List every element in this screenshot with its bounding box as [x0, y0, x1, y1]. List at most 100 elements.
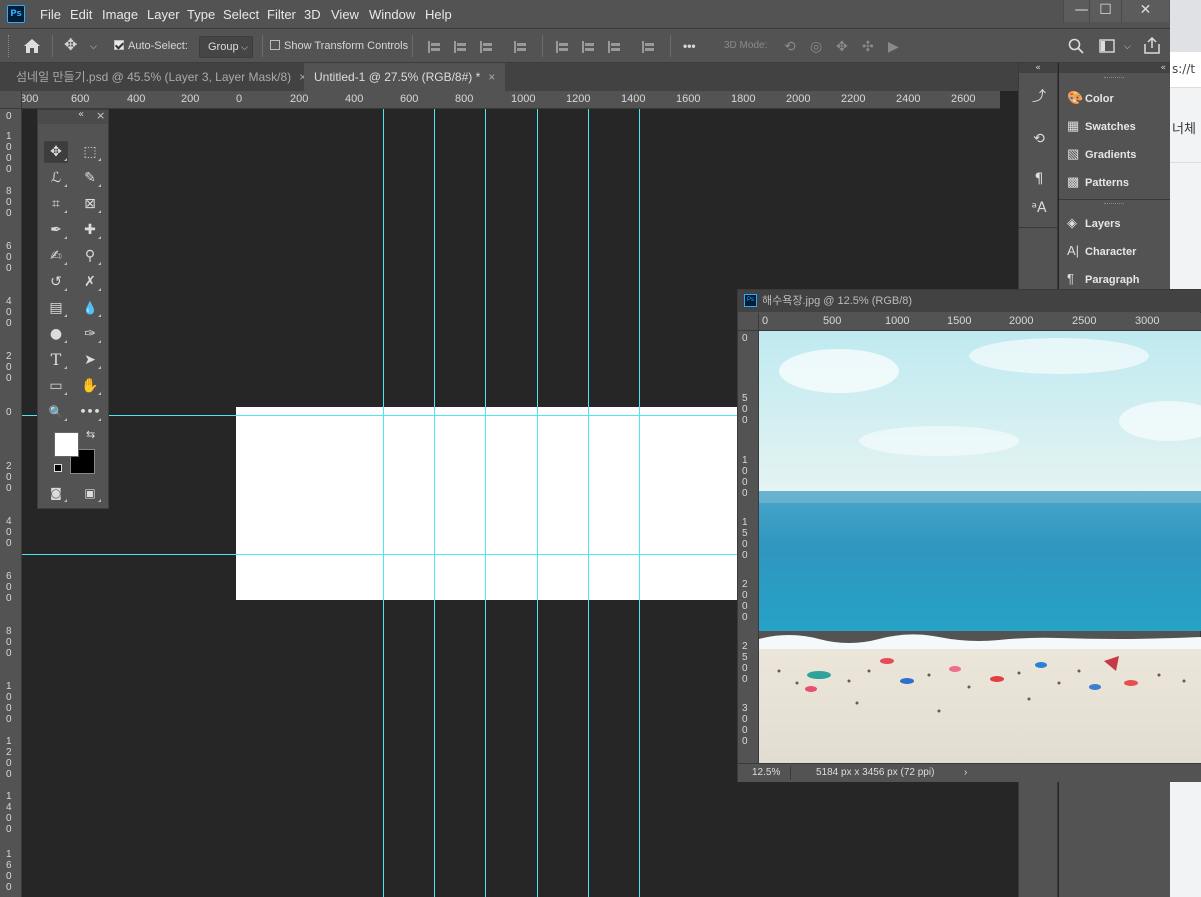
- tab-untitled-1[interactable]: Untitled-1 @ 27.5% (RGB/8#) * ×: [304, 63, 506, 91]
- ruler-origin[interactable]: [0, 91, 22, 109]
- panel-grip[interactable]: [1104, 203, 1124, 206]
- guide-vertical[interactable]: [639, 109, 640, 897]
- type-tool[interactable]: T: [44, 349, 68, 371]
- zoom-level[interactable]: 12.5%: [752, 764, 780, 782]
- browser-address-bar[interactable]: s://t: [1170, 52, 1201, 88]
- beach-photo[interactable]: [759, 331, 1201, 763]
- search-icon[interactable]: [1068, 38, 1084, 54]
- align-right-icon[interactable]: [480, 41, 494, 53]
- close-icon[interactable]: ×: [96, 109, 105, 122]
- rectangle-tool[interactable]: ▭: [44, 375, 68, 397]
- document-canvas[interactable]: [236, 407, 756, 600]
- brush-tool[interactable]: ✍: [44, 245, 68, 267]
- menu-view[interactable]: View: [331, 0, 359, 29]
- floating-window-title[interactable]: Ps 해수욕장.jpg @ 12.5% (RGB/8): [738, 290, 1201, 312]
- status-arrow-icon[interactable]: ›: [964, 764, 967, 782]
- panel-layers[interactable]: ◈ Layers: [1067, 213, 1120, 233]
- lasso-tool[interactable]: ℒ: [44, 167, 68, 189]
- more-options-icon[interactable]: •••: [683, 35, 696, 57]
- 3d-orbit-icon[interactable]: ⟲: [784, 35, 796, 57]
- panel-color[interactable]: 🎨 Color: [1067, 88, 1114, 108]
- tools-panel-header[interactable]: « ×: [38, 109, 108, 124]
- chevron-down-icon[interactable]: ⌵: [1124, 35, 1131, 57]
- auto-select-checkbox[interactable]: Auto-Select:: [114, 35, 188, 57]
- edit-toolbar-icon[interactable]: •••: [78, 401, 102, 423]
- align-top-icon[interactable]: [556, 41, 570, 53]
- options-grip[interactable]: [8, 35, 10, 57]
- swap-colors-icon[interactable]: ⇆: [86, 428, 95, 441]
- ruler-origin[interactable]: [738, 313, 759, 331]
- menu-filter[interactable]: Filter: [267, 0, 296, 29]
- paragraph-styles-icon[interactable]: ¶: [1029, 169, 1049, 189]
- menu-type[interactable]: Type: [187, 0, 215, 29]
- menu-window[interactable]: Window: [369, 0, 415, 29]
- frame-tool[interactable]: ⊠: [78, 193, 102, 215]
- panel-gradients[interactable]: ▧ Gradients: [1067, 144, 1136, 164]
- floating-vertical-ruler[interactable]: 0 500 1000 1500 2000 2500 3000: [738, 331, 759, 763]
- gradient-tool[interactable]: ▤: [44, 297, 68, 319]
- eyedropper-tool[interactable]: ✒: [44, 219, 68, 241]
- history-brush-tool[interactable]: ↺: [44, 271, 68, 293]
- panel-swatches[interactable]: ▦ Swatches: [1067, 116, 1136, 136]
- checkbox-checked-icon[interactable]: [114, 40, 124, 50]
- horizontal-ruler[interactable]: 8006004002000200400600800100012001400160…: [22, 91, 1000, 109]
- panel-grip[interactable]: [1104, 77, 1124, 80]
- guide-vertical[interactable]: [588, 109, 589, 897]
- tab-thumbnail-psd[interactable]: 섬네일 만들기.psd @ 45.5% (Layer 3, Layer Mask…: [6, 63, 316, 91]
- hand-tool[interactable]: ✋: [78, 375, 102, 397]
- quick-mask-icon[interactable]: ◙: [44, 482, 68, 504]
- panel-patterns[interactable]: ▩ Patterns: [1067, 172, 1129, 192]
- clone-stamp-tool[interactable]: ⚲: [78, 245, 102, 267]
- move-tool[interactable]: ✥: [44, 141, 68, 163]
- properties-icon[interactable]: ⟲: [1029, 129, 1049, 149]
- floating-document-window[interactable]: Ps 해수욕장.jpg @ 12.5% (RGB/8) 0 500 1000 1500…: [737, 289, 1201, 782]
- checkbox-unchecked-icon[interactable]: [270, 40, 280, 50]
- crop-tool[interactable]: ⌗: [44, 193, 68, 215]
- close-button[interactable]: ✕: [1121, 0, 1169, 22]
- character-styles-icon[interactable]: ᵃA: [1029, 198, 1049, 218]
- menu-file[interactable]: File: [40, 0, 61, 29]
- maximize-button[interactable]: ☐: [1089, 0, 1121, 22]
- 3d-camera-icon[interactable]: ▶: [888, 35, 899, 57]
- menu-3d[interactable]: 3D: [304, 0, 321, 29]
- auto-select-target-dropdown[interactable]: Group ⌵: [199, 36, 253, 58]
- menu-image[interactable]: Image: [102, 0, 138, 29]
- close-icon[interactable]: ×: [488, 70, 495, 84]
- screen-mode-icon[interactable]: ▣: [78, 482, 102, 504]
- guide-vertical[interactable]: [434, 109, 435, 897]
- default-colors-icon[interactable]: [54, 464, 62, 472]
- dodge-tool[interactable]: ●: [44, 323, 68, 345]
- zoom-tool[interactable]: 🔍: [44, 401, 68, 423]
- workspace-icon[interactable]: [1099, 39, 1115, 53]
- share-icon[interactable]: [1144, 37, 1160, 54]
- floating-horizontal-ruler[interactable]: 0 500 1000 1500 2000 2500 3000: [759, 313, 1201, 331]
- move-tool-preset-icon[interactable]: ✥: [64, 35, 77, 57]
- align-left-icon[interactable]: [428, 41, 442, 53]
- vertical-ruler[interactable]: 0 1000 800 600 400 200 0 200 400 600 800 1000 1200 14…: [0, 91, 22, 897]
- panel-character[interactable]: A| Character: [1067, 241, 1136, 261]
- panel-paragraph[interactable]: ¶ Paragraph: [1067, 269, 1139, 289]
- guide-vertical[interactable]: [485, 109, 486, 897]
- 3d-roll-icon[interactable]: ◎: [810, 35, 822, 57]
- foreground-color-swatch-top[interactable]: [54, 432, 79, 457]
- home-icon[interactable]: [22, 37, 42, 55]
- healing-tool[interactable]: ✚: [78, 219, 102, 241]
- collapse-icon[interactable]: «: [1019, 63, 1057, 73]
- show-transform-checkbox[interactable]: Show Transform Controls: [270, 35, 408, 57]
- menu-edit[interactable]: Edit: [70, 0, 92, 29]
- align-middle-icon[interactable]: [582, 41, 596, 53]
- guide-vertical[interactable]: [383, 109, 384, 897]
- marquee-tool[interactable]: ⬚: [78, 141, 102, 163]
- distribute-vertical-icon[interactable]: [642, 41, 656, 53]
- collapse-icon[interactable]: «: [78, 109, 84, 120]
- quick-select-tool[interactable]: ✎: [78, 167, 102, 189]
- align-bottom-icon[interactable]: [608, 41, 622, 53]
- collapse-icon[interactable]: «: [1059, 63, 1170, 73]
- menu-layer[interactable]: Layer: [147, 0, 180, 29]
- path-selection-tool[interactable]: ➤: [78, 349, 102, 371]
- pen-tool[interactable]: ✑: [78, 323, 102, 345]
- 3d-slide-icon[interactable]: ✣: [862, 35, 874, 57]
- menu-select[interactable]: Select: [223, 0, 259, 29]
- eraser-tool[interactable]: ✗: [78, 271, 102, 293]
- align-center-icon[interactable]: [454, 41, 468, 53]
